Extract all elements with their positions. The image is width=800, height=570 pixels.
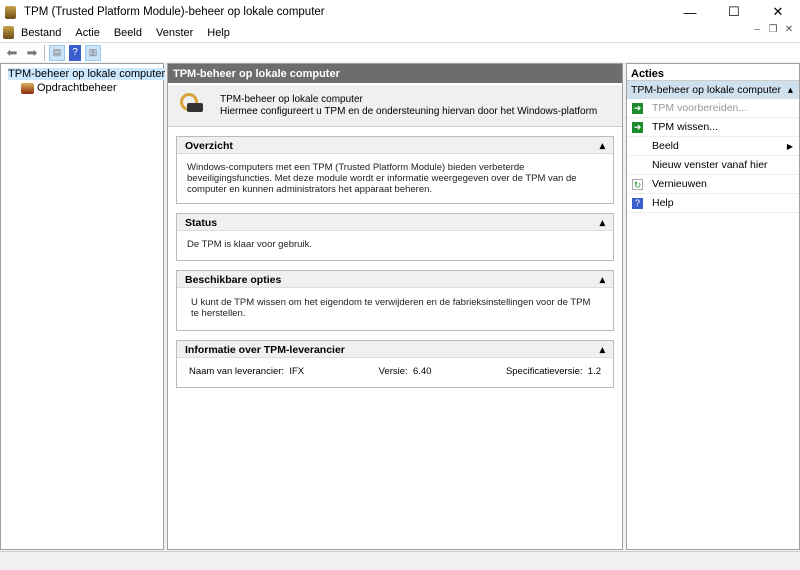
green-arrow-icon: ➜	[632, 121, 643, 133]
collapse-icon: ▴	[787, 84, 793, 96]
maximize-button[interactable]: ☐	[712, 0, 756, 24]
blank-icon	[632, 141, 643, 152]
toolbar-separator	[44, 44, 45, 61]
back-arrow-icon[interactable]: ⬅	[4, 45, 20, 61]
menu-bar: Bestand Actie Beeld Venster Help – ❐ ✕	[0, 24, 800, 42]
intro-description: Hiermee configureert u TPM en de onderst…	[220, 105, 598, 117]
status-bar	[0, 551, 800, 570]
mdi-restore-button[interactable]: ❐	[766, 24, 780, 40]
submenu-arrow-icon: ▶	[786, 141, 793, 151]
refresh-icon: ↻	[632, 178, 643, 190]
menu-venster[interactable]: Venster	[149, 27, 200, 39]
action-new-window[interactable]: Nieuw venster vanaf hier	[627, 156, 799, 175]
vendor-section: Informatie over TPM-leverancier ▴ Naam va…	[176, 340, 614, 388]
vendor-name-label: Naam van leverancier:	[189, 366, 285, 377]
spec-version-value: 1.2	[587, 366, 601, 377]
version-label: Versie:	[378, 366, 408, 377]
help-icon: ?	[632, 197, 643, 209]
help-icon[interactable]: ?	[69, 44, 81, 61]
version-value: 6.40	[412, 366, 432, 377]
overview-section: Overzicht ▴ Windows-computers met een TPM…	[176, 136, 614, 204]
overview-text: Windows-computers met een TPM (Trusted P…	[187, 162, 577, 195]
actions-header: Acties	[627, 64, 799, 81]
intro-title: TPM-beheer op lokale computer	[220, 93, 363, 105]
title-bar: TPM (Trusted Platform Module)-beheer op …	[0, 0, 800, 24]
status-text: De TPM is klaar voor gebruik.	[187, 239, 312, 250]
forward-arrow-icon[interactable]: ➡	[24, 45, 40, 61]
intro-panel: TPM-beheer op lokale computer Hiermee con…	[168, 85, 622, 127]
tree-item-opdrachtbeheer[interactable]: Opdrachtbeheer	[1, 81, 163, 95]
action-label: Nieuw venster vanaf hier	[652, 159, 768, 171]
center-pane: TPM-beheer op lokale computer TPM-beheer…	[167, 63, 623, 550]
minimize-button[interactable]: —	[668, 0, 712, 24]
collapse-icon[interactable]: ▴	[600, 344, 605, 356]
action-label: Beeld	[652, 140, 679, 152]
section-title: Status	[185, 217, 218, 229]
tpm-key-icon	[178, 91, 206, 121]
show-hide-actions-icon[interactable]: ▥	[85, 44, 101, 61]
action-label: Vernieuwen	[652, 178, 707, 190]
action-refresh[interactable]: ↻ Vernieuwen	[627, 175, 799, 194]
status-section: Status ▴ De TPM is klaar voor gebruik.	[176, 213, 614, 261]
action-label: Help	[652, 197, 674, 209]
section-title: Overzicht	[185, 140, 233, 152]
menu-beeld[interactable]: Beeld	[107, 27, 149, 39]
options-text: U kunt de TPM wissen om het eigendom te …	[191, 297, 591, 319]
action-view[interactable]: Beeld ▶	[627, 137, 799, 156]
show-hide-tree-icon[interactable]: ▤	[49, 44, 65, 61]
menu-actie[interactable]: Actie	[68, 27, 106, 39]
tree-pane: TPM-beheer op lokale computer Opdrachtbe…	[0, 63, 166, 550]
green-arrow-icon: ➜	[632, 102, 643, 114]
menu-help[interactable]: Help	[200, 27, 237, 39]
options-section: Beschikbare opties ▴ U kunt de TPM wissen…	[176, 270, 614, 331]
collapse-icon[interactable]: ▴	[600, 274, 605, 286]
collapse-icon[interactable]: ▴	[600, 140, 605, 152]
action-tpm-prepare[interactable]: ➜ TPM voorbereiden...	[627, 99, 799, 118]
mdi-close-button[interactable]: ✕	[782, 24, 796, 40]
folder-icon	[21, 82, 34, 94]
menu-bestand[interactable]: Bestand	[14, 27, 68, 39]
action-help[interactable]: ? Help	[627, 194, 799, 213]
section-label: TPM-beheer op lokale computer	[631, 84, 781, 96]
spec-version-label: Specificatieversie:	[505, 366, 583, 377]
actions-section-header[interactable]: TPM-beheer op lokale computer ▴	[627, 81, 799, 99]
mdi-minimize-button[interactable]: –	[750, 24, 764, 40]
window-title: TPM (Trusted Platform Module)-beheer op …	[24, 6, 325, 18]
section-title: Beschikbare opties	[185, 274, 282, 286]
vendor-name: IFX	[289, 366, 305, 377]
tree-item-tpm[interactable]: TPM-beheer op lokale computer	[1, 67, 166, 81]
console-icon[interactable]	[3, 26, 14, 39]
collapse-icon[interactable]: ▴	[600, 217, 605, 229]
toolbar: ⬅ ➡ ▤ ? ▥	[0, 42, 800, 62]
app-icon	[5, 5, 16, 19]
action-label: TPM voorbereiden...	[652, 102, 748, 114]
actions-pane: Acties TPM-beheer op lokale computer ▴ ➜ T…	[626, 63, 800, 550]
action-tpm-clear[interactable]: ➜ TPM wissen...	[627, 118, 799, 137]
action-label: TPM wissen...	[652, 121, 718, 133]
center-header: TPM-beheer op lokale computer	[168, 64, 622, 83]
blank-icon	[632, 160, 643, 171]
close-button[interactable]: ✕	[756, 0, 800, 24]
section-title: Informatie over TPM-leverancier	[185, 344, 345, 356]
